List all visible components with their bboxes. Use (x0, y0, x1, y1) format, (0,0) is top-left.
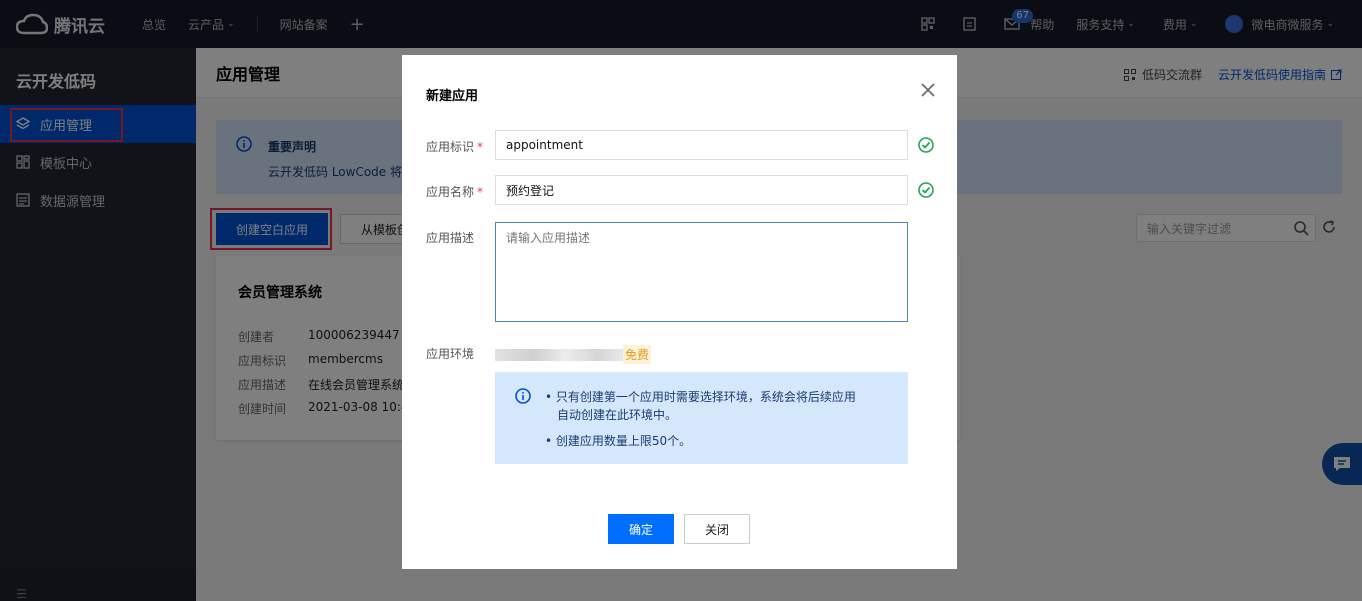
env-select[interactable]: 免费 (495, 345, 652, 364)
info-line-text: 创建应用数量上限50个。 (555, 434, 692, 448)
close-icon[interactable] (921, 83, 935, 100)
env-name-redacted (495, 348, 623, 361)
info-line-text: 只有创建第一个应用时需要选择环境，系统会将后续应用 (555, 390, 856, 404)
app-id-label-text: 应用标识 (426, 140, 475, 154)
app-id-label: 应用标识 * (426, 138, 483, 155)
info-icon (515, 388, 531, 407)
required-mark: * (477, 140, 484, 154)
close-button[interactable]: 关闭 (684, 514, 750, 544)
check-circle-icon (918, 182, 934, 201)
free-badge: 免费 (623, 345, 652, 364)
app-name-label: 应用名称 * (426, 183, 483, 200)
app-id-input[interactable]: appointment (495, 130, 908, 160)
info-line: • 只有创建第一个应用时需要选择环境，系统会将后续应用 (545, 390, 856, 404)
env-info-box: • 只有创建第一个应用时需要选择环境，系统会将后续应用 自动创建在此环境中。 •… (495, 372, 908, 464)
info-line: • 创建应用数量上限50个。 (545, 434, 692, 448)
app-env-label: 应用环境 (426, 347, 475, 361)
confirm-button[interactable]: 确定 (608, 514, 674, 544)
app-name-input[interactable]: 预约登记 (495, 175, 908, 205)
check-circle-icon (918, 137, 934, 156)
dialog-title: 新建应用 (426, 89, 479, 104)
app-name-label-text: 应用名称 (426, 185, 475, 199)
app-desc-textarea[interactable] (495, 222, 908, 322)
app-desc-label: 应用描述 (426, 231, 475, 245)
new-app-dialog: 新建应用 应用标识* appointment 应用名称* 预约登记 应用描述 应… (402, 55, 957, 569)
required-mark: * (477, 185, 484, 199)
info-line: 自动创建在此环境中。 (557, 408, 678, 422)
